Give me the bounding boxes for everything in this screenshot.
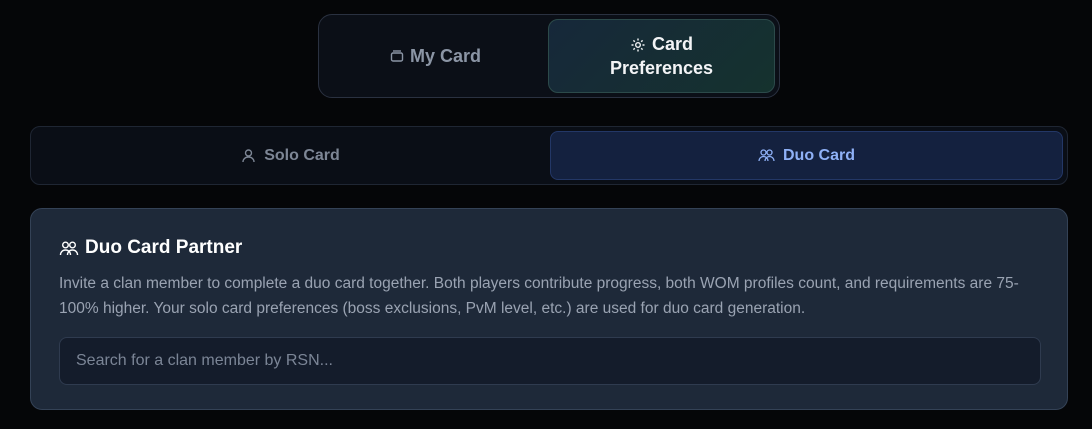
tab-duo-card[interactable]: Duo Card xyxy=(550,131,1063,180)
tab-duo-card-label: Duo Card xyxy=(783,146,855,164)
panel-title: Duo Card Partner xyxy=(59,237,1039,259)
tab-my-card[interactable]: My Card xyxy=(323,19,548,93)
tab-card-preferences-label-2: Preferences xyxy=(609,58,714,78)
user-icon xyxy=(241,148,256,163)
tab-solo-card-label: Solo Card xyxy=(264,146,340,164)
duo-card-partner-panel: Duo Card Partner Invite a clan member to… xyxy=(30,208,1068,410)
view-tabs: My Card Card Preferences xyxy=(318,14,780,98)
tab-card-preferences[interactable]: Card Preferences xyxy=(548,19,775,93)
card-type-tabs: Solo Card Duo Card xyxy=(30,126,1068,185)
gear-icon xyxy=(630,37,646,53)
panel-title-text: Duo Card Partner xyxy=(85,237,243,258)
card-icon xyxy=(390,49,404,63)
tab-my-card-label: My Card xyxy=(409,46,481,66)
users-icon xyxy=(758,148,775,163)
tab-card-preferences-label-1: Card xyxy=(651,34,693,54)
panel-description: Invite a clan member to complete a duo c… xyxy=(59,275,1019,317)
clan-member-search-input[interactable] xyxy=(59,337,1041,385)
tab-solo-card[interactable]: Solo Card xyxy=(35,131,546,180)
users-icon xyxy=(59,240,79,257)
